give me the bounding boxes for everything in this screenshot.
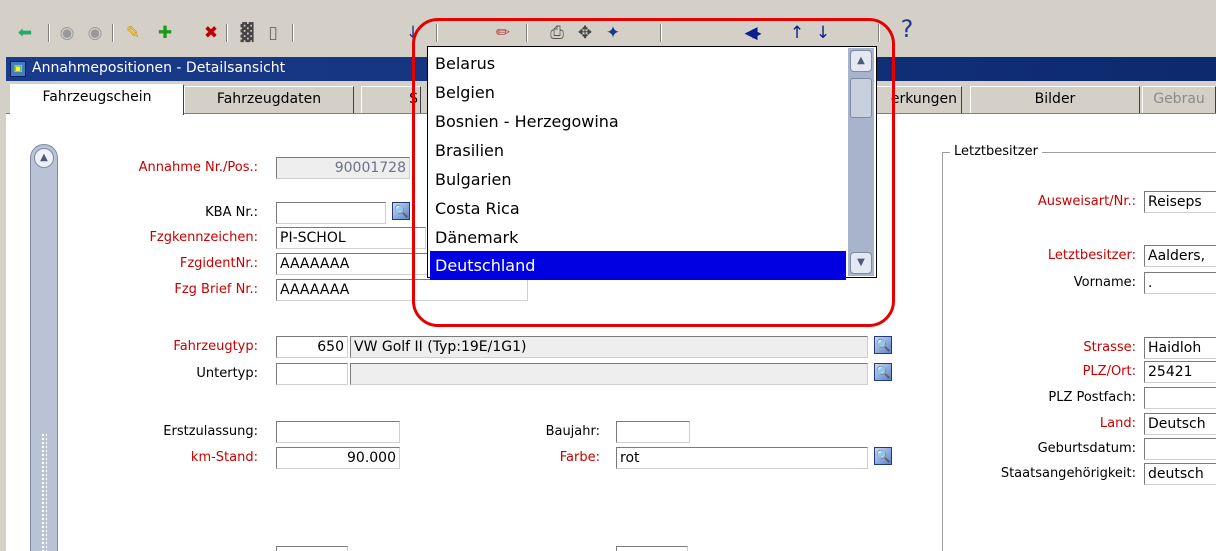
farbe-lookup-icon[interactable]: 🔍 (874, 447, 892, 465)
toolbar-separator (112, 24, 114, 42)
dropdown-option-selected[interactable]: Deutschland (430, 251, 846, 280)
slider-grip (41, 433, 47, 551)
window-icon: ▣ (10, 61, 26, 77)
up-icon[interactable]: ↑ (786, 22, 808, 44)
annahme-field[interactable]: 90001728 (276, 157, 410, 179)
scroll-up-icon[interactable]: ▲ (850, 50, 872, 72)
staatsangehoerigkeit-field[interactable]: deutsch (1144, 463, 1216, 485)
km-field[interactable]: 90.000 (276, 447, 400, 469)
untertyp-label: Untertyp: (196, 366, 258, 381)
scroll-down-icon[interactable]: ▼ (850, 252, 872, 274)
tab-fahrzeugschein[interactable]: Fahrzeugschein (10, 84, 184, 115)
toolbar-separator (526, 24, 528, 42)
help-icon[interactable]: ? (896, 17, 918, 41)
dropdown-option[interactable]: Costa Rica (430, 194, 846, 223)
printer-icon[interactable]: ⎙ (546, 22, 568, 44)
strasse-field[interactable]: Haidloh (1144, 337, 1216, 359)
tab-fahrzeugdaten[interactable]: Fahrzeugdaten (184, 86, 354, 113)
tab-s[interactable]: S (361, 86, 421, 113)
plz-postfach-field[interactable] (1144, 387, 1216, 409)
plz-ort-field[interactable]: 25421 (1144, 361, 1216, 383)
fahrzeugtyp-name-field[interactable]: VW Golf II (Typ:19E/1G1) (350, 336, 868, 358)
back-icon[interactable]: ◉ (56, 22, 78, 44)
calculator-icon[interactable]: ▓ (236, 22, 258, 44)
plz-ort-label: PLZ/Ort: (1082, 364, 1136, 379)
page-icon[interactable]: ▯ (262, 22, 284, 44)
toolbar-separator (660, 24, 662, 42)
fahrzeugtyp-lookup-icon[interactable]: 🔍 (874, 336, 892, 354)
dropdown-option[interactable]: Brasilien (430, 136, 846, 165)
kba-lookup-icon[interactable]: 🔍 (392, 202, 410, 220)
next-icon[interactable]: ▶ (746, 22, 768, 44)
land-label: Land: (1099, 416, 1136, 431)
letztbesitzer-group-title: Letztbesitzer (950, 144, 1042, 159)
brief-label: Fzg Brief Nr.: (174, 282, 258, 297)
tab-bemerkungen[interactable]: erkungen (866, 86, 962, 113)
dropdown-option[interactable]: Dänemark (430, 223, 846, 252)
extra-field-left[interactable] (276, 546, 348, 551)
kennzeichen-label: Fzgkennzeichen: (149, 230, 258, 245)
dropdown-option[interactable]: Belarus (430, 49, 846, 78)
geburtsdatum-label: Geburtsdatum: (1037, 441, 1136, 456)
letztbesitzer-group-border-left (942, 152, 943, 551)
down-arrow-icon[interactable]: ↓ (402, 22, 424, 44)
untertyp-name-field[interactable] (350, 363, 868, 385)
untertyp-lookup-icon[interactable]: 🔍 (874, 363, 892, 381)
forward-icon[interactable]: ◉ (84, 22, 106, 44)
toolbar-separator (878, 24, 880, 42)
tab-bilder[interactable]: Bilder (970, 86, 1140, 113)
km-label: km-Stand: (190, 450, 258, 465)
toolbar-separator (436, 24, 438, 42)
ausweis-field[interactable]: Reiseps (1144, 191, 1216, 213)
fahrzeugtyp-code-field[interactable]: 650 (276, 336, 348, 358)
kennzeichen-field[interactable]: PI-SCHOL (276, 227, 426, 249)
slider-up-icon[interactable]: ▲ (34, 148, 54, 168)
letztbesitzer-field[interactable]: Aalders, (1144, 245, 1216, 267)
toolbar-separator (292, 24, 294, 42)
vorname-label: Vorname: (1073, 275, 1136, 290)
fahrzeugtyp-label: Fahrzeugtyp: (173, 339, 258, 354)
toolbar-separator (48, 24, 50, 42)
erstzulassung-field[interactable] (276, 421, 400, 443)
baujahr-field[interactable] (616, 421, 690, 443)
window-title: Annahmepositionen - Detailsansicht (32, 60, 286, 76)
annahme-label: Annahme Nr./Pos.: (138, 160, 258, 175)
dropdown-option[interactable]: Bosnien - Herzegowina (430, 107, 846, 136)
select-icon[interactable]: ✥ (574, 22, 596, 44)
erstzulassung-label: Erstzulassung: (163, 424, 258, 439)
toolbar-separator (226, 24, 228, 42)
untertyp-code-field[interactable] (276, 363, 348, 385)
dropdown-option[interactable]: Bulgarien (430, 165, 846, 194)
vorname-field[interactable]: . (1144, 272, 1216, 294)
farbe-label: Farbe: (559, 450, 600, 465)
letztbesitzer-label: Letztbesitzer: (1047, 248, 1136, 263)
add-icon[interactable]: ✚ (154, 22, 176, 44)
down-icon[interactable]: ↓ (812, 22, 834, 44)
brief-field[interactable]: AAAAAAA (276, 279, 528, 301)
strasse-label: Strasse: (1083, 340, 1136, 355)
vertical-slider[interactable]: ▲ (30, 144, 58, 551)
eraser-icon[interactable]: ✏ (492, 22, 514, 44)
extra-field-mid[interactable] (616, 546, 688, 551)
kba-label: KBA Nr.: (205, 205, 258, 220)
delete-icon[interactable]: ✖ (200, 22, 222, 44)
ident-label: FzgidentNr.: (179, 256, 258, 271)
ausweis-label: Ausweisart/Nr.: (1037, 194, 1136, 209)
baujahr-label: Baujahr: (545, 424, 600, 439)
edit-icon[interactable]: ✎ (122, 22, 144, 44)
land-field[interactable]: Deutsch (1144, 413, 1216, 435)
geburtsdatum-field[interactable] (1144, 438, 1216, 460)
exit-icon[interactable]: ⬅ (14, 22, 36, 44)
country-dropdown-list[interactable]: Belarus Belgien Bosnien - Herzegowina Br… (427, 46, 877, 280)
tool-icon[interactable]: ✦ (602, 22, 624, 44)
dropdown-option[interactable]: Belgien (430, 78, 846, 107)
scroll-thumb[interactable] (850, 78, 872, 118)
dropdown-scrollbar[interactable]: ▲ ▼ (848, 48, 874, 276)
farbe-field[interactable]: rot (616, 447, 868, 469)
tab-gebrauch[interactable]: Gebrau (1142, 86, 1216, 113)
staatsangehoerigkeit-label: Staatsangehörigkeit: (1000, 466, 1136, 481)
plz-postfach-label: PLZ Postfach: (1048, 390, 1136, 405)
kba-field[interactable] (276, 202, 386, 224)
